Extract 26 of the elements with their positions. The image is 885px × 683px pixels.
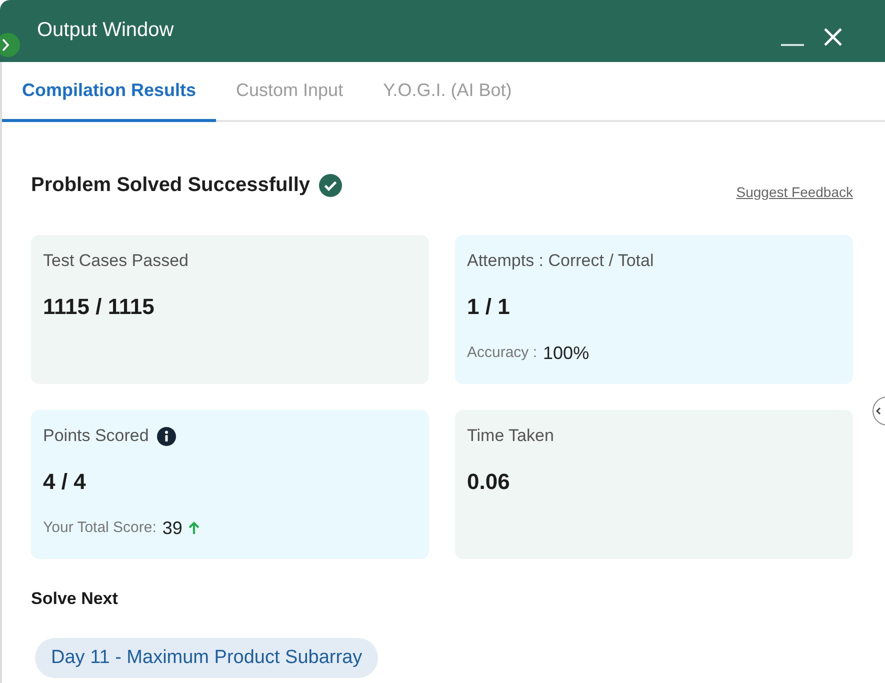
card-label: Points Scored — [43, 425, 149, 447]
tab[interactable]: Y.O.G.I. (AI Bot) — [363, 62, 532, 122]
tab[interactable]: Compilation Results — [2, 62, 216, 122]
detail-label: Your Total Score: — [43, 518, 156, 538]
problem-chip[interactable]: Day 11 - Maximum Product Subarray — [35, 638, 378, 678]
card-label: Test Cases Passed — [43, 250, 189, 272]
info-icon[interactable] — [156, 426, 176, 446]
card-value: 0.06 — [467, 468, 510, 496]
result-heading: Problem Solved Successfully — [31, 173, 310, 198]
window-title: Output Window — [37, 18, 174, 43]
detail-label: Accuracy : — [467, 343, 538, 363]
card-label: Time Taken — [467, 425, 554, 447]
detail-value: 39 — [162, 517, 182, 540]
minimize-icon[interactable] — [781, 44, 804, 46]
card-label: Attempts : Correct / Total — [467, 250, 654, 272]
card-value: 4 / 4 — [43, 468, 86, 496]
close-icon[interactable] — [824, 28, 842, 46]
card-value: 1115 / 1115 — [43, 293, 154, 321]
section-heading: Solve Next — [31, 588, 118, 610]
tab[interactable]: Custom Input — [216, 62, 364, 122]
check-circle-icon — [319, 174, 342, 196]
detail-value: 100% — [543, 342, 590, 365]
card-value: 1 / 1 — [467, 293, 510, 321]
chevron-right-icon[interactable] — [0, 33, 20, 57]
feedback-link[interactable]: Suggest Feedback — [736, 184, 853, 200]
chevron-left-icon[interactable] — [872, 396, 885, 426]
